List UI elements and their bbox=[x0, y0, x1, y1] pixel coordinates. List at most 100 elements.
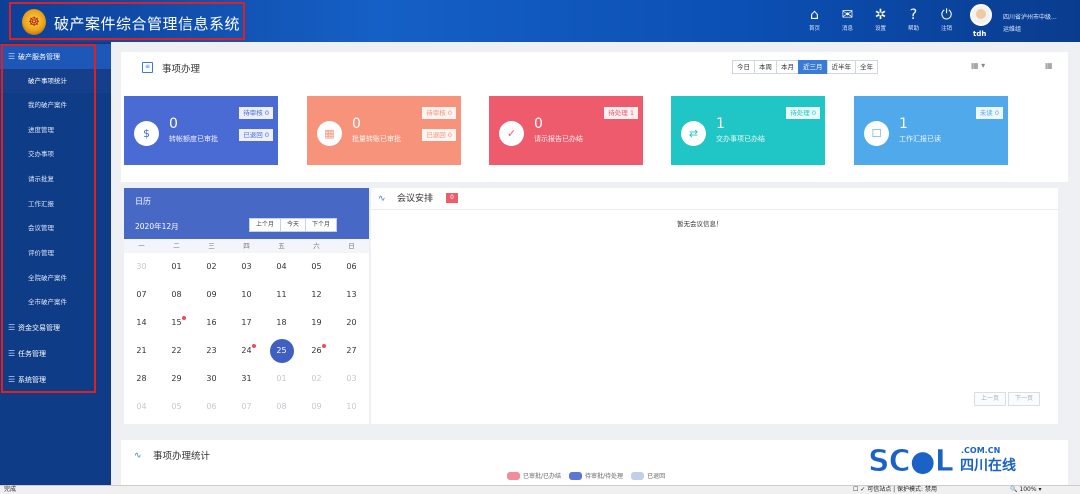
tab-last-three-months[interactable]: 近三月 bbox=[798, 60, 828, 74]
calendar-dropdown-icon[interactable]: ▦ ▾ bbox=[971, 61, 985, 70]
calendar-day[interactable]: 06 bbox=[194, 393, 229, 421]
calendar-day[interactable]: 20 bbox=[334, 309, 369, 337]
calendar-day[interactable]: 04 bbox=[264, 253, 299, 281]
calendar-day[interactable]: 17 bbox=[229, 309, 264, 337]
weekday-label: 四 bbox=[243, 242, 250, 250]
stat-card-assigned-items[interactable]: ⇄ 1 交办事项已办结 待处理 0 bbox=[671, 96, 825, 165]
legend-approved[interactable]: 已审批/已办结 bbox=[507, 471, 561, 480]
calendar-day[interactable]: 28 bbox=[124, 365, 159, 393]
calendar-day[interactable]: 07 bbox=[229, 393, 264, 421]
calendar-day[interactable]: 22 bbox=[159, 337, 194, 365]
settings-button[interactable]: ✲ 设置 bbox=[864, 6, 897, 32]
calendar-day[interactable]: 14 bbox=[124, 309, 159, 337]
calendar-day[interactable]: 26 bbox=[299, 337, 334, 365]
avatar[interactable] bbox=[970, 4, 992, 26]
sidebar-item-court-cases[interactable]: 全院破产案件 bbox=[0, 266, 111, 290]
calendar-title: 日历 bbox=[135, 197, 151, 206]
sidebar-item-my-cases[interactable]: 我的破产案件 bbox=[0, 93, 111, 117]
calendar-day[interactable]: 03 bbox=[229, 253, 264, 281]
calendar-day[interactable]: 05 bbox=[299, 253, 334, 281]
prev-month-button[interactable]: 上个月 bbox=[249, 218, 282, 232]
calendar-day[interactable]: 23 bbox=[194, 337, 229, 365]
zoom-level[interactable]: 🔍 100% ▾ bbox=[1010, 486, 1041, 494]
sidebar-item-city-cases[interactable]: 全市破产案件 bbox=[0, 290, 111, 314]
stat-card-instruction-report[interactable]: ✓ 0 请示报告已办结 待处理 1 bbox=[489, 96, 643, 165]
tab-this-month[interactable]: 本月 bbox=[776, 60, 799, 74]
stat-card-transfer-quota[interactable]: $ 0 转帐额度已审批 待审核 0 已退回 0 bbox=[124, 96, 278, 165]
sidebar: ☰ 破产服务管理 破产事项统计 我的破产案件 进度管理 交办事项 请示批复 工作汇… bbox=[0, 42, 111, 485]
sidebar-item-progress[interactable]: 进度管理 bbox=[0, 118, 111, 142]
calendar-day[interactable]: 02 bbox=[194, 253, 229, 281]
calendar-day[interactable]: 04 bbox=[124, 393, 159, 421]
calendar-day[interactable]: 11 bbox=[264, 281, 299, 309]
messages-button[interactable]: ✉ 消息 bbox=[831, 6, 864, 32]
tab-today[interactable]: 今日 bbox=[732, 60, 755, 74]
day-number: 13 bbox=[346, 290, 357, 299]
pending-badge[interactable]: 待处理 1 bbox=[604, 107, 638, 119]
calendar-day[interactable]: 07 bbox=[124, 281, 159, 309]
logo-title-area[interactable]: ☸ 破产案件综合管理信息系统 bbox=[9, 2, 245, 40]
calendar-day[interactable]: 19 bbox=[299, 309, 334, 337]
calendar-day[interactable]: 05 bbox=[159, 393, 194, 421]
calendar-day[interactable]: 02 bbox=[299, 365, 334, 393]
today-button[interactable]: 今天 bbox=[280, 218, 307, 232]
tab-this-week[interactable]: 本周 bbox=[754, 60, 777, 74]
calendar-day[interactable]: 01 bbox=[264, 365, 299, 393]
legend-returned[interactable]: 已退回 bbox=[631, 471, 665, 480]
sidebar-group-bankruptcy-service[interactable]: ☰ 破产服务管理 bbox=[0, 44, 111, 69]
calendar-day[interactable]: 10 bbox=[229, 281, 264, 309]
sidebar-group-funds[interactable]: ☰ 资金交易管理 bbox=[0, 315, 111, 340]
calendar-day[interactable]: 15 bbox=[159, 309, 194, 337]
weekday-label: 一 bbox=[138, 242, 145, 250]
sidebar-item-evaluation[interactable]: 评价管理 bbox=[0, 241, 111, 265]
calendar-day[interactable]: 01 bbox=[159, 253, 194, 281]
stat-card-batch-transfer[interactable]: ▦ 0 批量转账已审批 待审核 0 已退回 0 bbox=[307, 96, 461, 165]
stat-card-work-report[interactable]: ☐ 1 工作汇报已读 未读 0 bbox=[854, 96, 1008, 165]
calendar-day[interactable]: 31 bbox=[229, 365, 264, 393]
calendar-day[interactable]: 24 bbox=[229, 337, 264, 365]
help-button[interactable]: ? 帮助 bbox=[897, 6, 930, 32]
calendar-day[interactable]: 27 bbox=[334, 337, 369, 365]
unread-badge[interactable]: 未读 0 bbox=[975, 107, 1003, 119]
prev-page-button[interactable]: 上一页 bbox=[974, 392, 1007, 406]
logout-button[interactable]: ⏻ 注销 bbox=[930, 6, 963, 32]
pending-badge[interactable]: 待审核 0 bbox=[239, 107, 273, 119]
calendar-day[interactable]: 06 bbox=[334, 253, 369, 281]
legend-pending[interactable]: 待审批/待处理 bbox=[569, 471, 623, 480]
home-button[interactable]: ⌂ 首页 bbox=[798, 6, 831, 32]
legend-label: 已审批/已办结 bbox=[523, 473, 562, 480]
calendar-day[interactable]: 09 bbox=[299, 393, 334, 421]
calendar-day[interactable]: 09 bbox=[194, 281, 229, 309]
calendar-day-today[interactable]: 25 bbox=[264, 337, 299, 365]
sidebar-item-meetings[interactable]: 会议管理 bbox=[0, 216, 111, 240]
calendar-day[interactable]: 18 bbox=[264, 309, 299, 337]
calendar-day[interactable]: 08 bbox=[264, 393, 299, 421]
sidebar-item-assigned[interactable]: 交办事项 bbox=[0, 142, 111, 166]
sidebar-item-instructions[interactable]: 请示批复 bbox=[0, 167, 111, 191]
returned-badge[interactable]: 已退回 0 bbox=[422, 129, 456, 141]
calendar-day[interactable]: 30 bbox=[194, 365, 229, 393]
tab-last-half-year[interactable]: 近半年 bbox=[826, 60, 856, 74]
calendar-day[interactable]: 16 bbox=[194, 309, 229, 337]
pending-badge[interactable]: 待审核 0 bbox=[422, 107, 456, 119]
next-month-button[interactable]: 下个月 bbox=[305, 218, 338, 232]
calendar-day[interactable]: 21 bbox=[124, 337, 159, 365]
returned-badge[interactable]: 已退回 0 bbox=[239, 129, 273, 141]
next-page-button[interactable]: 下一页 bbox=[1008, 392, 1041, 406]
calendar-day[interactable]: 29 bbox=[159, 365, 194, 393]
layout-grid-icon[interactable]: ▦ bbox=[1045, 61, 1053, 70]
calendar-day[interactable]: 08 bbox=[159, 281, 194, 309]
sidebar-group-system[interactable]: ☰ 系统管理 bbox=[0, 367, 111, 392]
calendar-day[interactable]: 10 bbox=[334, 393, 369, 421]
pending-badge[interactable]: 待处理 0 bbox=[786, 107, 820, 119]
calendar-day[interactable]: 12 bbox=[299, 281, 334, 309]
sidebar-group-tasks[interactable]: ☰ 任务管理 bbox=[0, 341, 111, 366]
calendar-day[interactable]: 13 bbox=[334, 281, 369, 309]
calendar-day[interactable]: 30 bbox=[124, 253, 159, 281]
tab-full-year[interactable]: 全年 bbox=[855, 60, 878, 74]
calendar-day[interactable]: 03 bbox=[334, 365, 369, 393]
sidebar-item-statistics[interactable]: 破产事项统计 bbox=[0, 69, 111, 93]
sidebar-item-reports[interactable]: 工作汇报 bbox=[0, 192, 111, 216]
username[interactable]: tdh bbox=[973, 30, 986, 38]
main-content: ≡ 事项办理 今日 本周 本月 近三月 近半年 全年 ▦ ▾ ▦ $ 0 转帐额… bbox=[111, 42, 1080, 485]
